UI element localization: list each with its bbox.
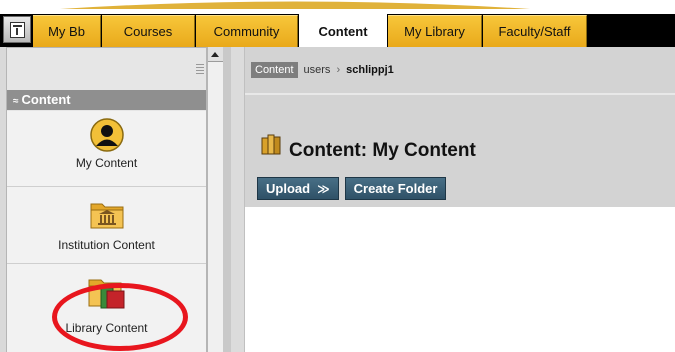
scroll-up-icon[interactable] [208,47,223,62]
tab-label: My Bb [48,24,85,39]
sidebar-header-label: Content [21,92,71,107]
institution-folder-icon [90,203,123,229]
tab-label: My Library [404,24,465,39]
sidebar-header[interactable]: ≈ Content [7,90,206,110]
main-content: Content users › schlippj1 Content: My Co… [231,47,675,352]
divider [245,93,675,95]
book-stack-icon [261,134,281,155]
page-title: Content: My Content [289,140,476,161]
breadcrumb: Content users › schlippj1 [251,60,394,80]
expand-collapse-icon[interactable] [3,16,31,43]
breadcrumb-item[interactable]: users [304,64,331,76]
tab-my-library[interactable]: My Library [388,15,482,47]
create-folder-button-label: Create Folder [353,181,438,196]
collapse-chevron-icon[interactable]: ≈ [13,96,19,107]
content-area [245,207,675,352]
highlight-circle [52,283,188,351]
create-folder-button[interactable]: Create Folder [344,177,447,200]
user-silhouette-icon [89,118,124,152]
breadcrumb-separator: › [336,64,341,76]
sidebar-scrollbar[interactable] [207,47,223,352]
upload-button-label: Upload [266,181,311,196]
chevron-down-icon: ≫ [317,181,330,196]
frame-divider[interactable] [231,47,245,352]
tab-my-bb[interactable]: My Bb [33,15,101,47]
sidebar-edge [223,47,231,352]
breadcrumb-current: schlippj1 [346,64,394,76]
sidebar-item-institution-content[interactable]: Institution Content [7,187,206,264]
brand-swoosh [60,0,530,9]
tab-label: Content [318,23,368,39]
sidebar-item-label: Institution Content [58,238,155,252]
top-navigation: My Bb Courses Community Content My Libra… [0,0,675,48]
tab-faculty-staff[interactable]: Faculty/Staff [483,15,587,47]
sidebar-item-my-content[interactable]: My Content [7,111,206,187]
tab-community[interactable]: Community [196,15,298,47]
breadcrumb-root[interactable]: Content [251,62,298,78]
upload-button[interactable]: Upload ≫ [257,177,339,200]
tab-content[interactable]: Content [299,14,387,48]
sidebar-item-label: My Content [75,156,138,170]
action-bar: Upload ≫ Create Folder [257,177,447,200]
tab-label: Community [213,24,280,39]
resize-grip-icon[interactable] [196,64,204,74]
tab-courses[interactable]: Courses [102,15,195,47]
tab-label: Faculty/Staff [498,24,571,39]
tab-label: Courses [123,24,173,39]
